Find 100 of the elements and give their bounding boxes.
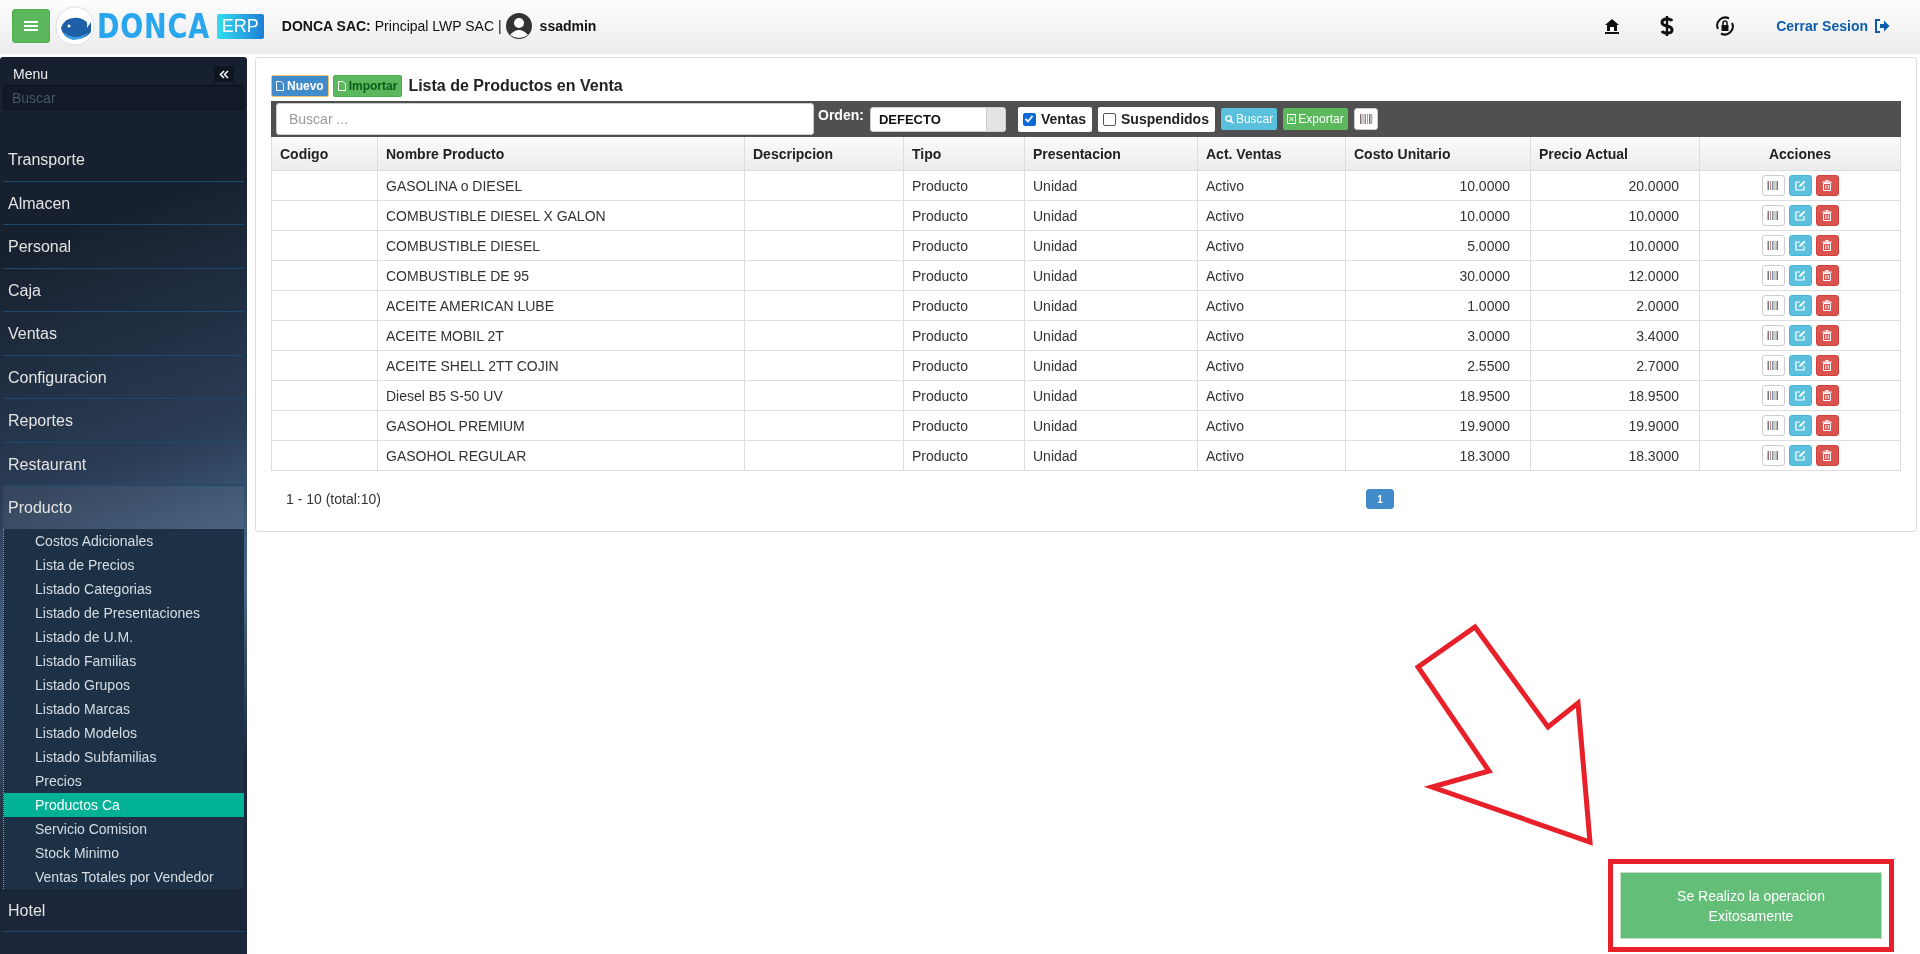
order-select[interactable]: DEFECTO	[869, 106, 1006, 132]
submenu-item[interactable]: Listado de U.M.	[4, 624, 244, 649]
submenu-item[interactable]: Ventas Totales por Vendedor	[4, 864, 244, 889]
edit-button[interactable]	[1788, 355, 1812, 376]
edit-button[interactable]	[1788, 415, 1812, 436]
sidebar-item[interactable]: Personal	[3, 225, 244, 269]
barcode-button[interactable]	[1761, 325, 1785, 346]
submenu-item[interactable]: Lista de Precios	[4, 552, 244, 577]
edit-button[interactable]	[1788, 235, 1812, 256]
table-cell: Producto	[912, 417, 969, 434]
table-cell: 18.3000	[1459, 447, 1510, 464]
column-header: Codigo	[271, 137, 378, 171]
barcode-icon	[1767, 421, 1779, 430]
edit-button[interactable]	[1788, 385, 1812, 406]
edit-button[interactable]	[1788, 445, 1812, 466]
table-cell: 18.9500	[1628, 387, 1679, 404]
sidebar-item[interactable]: Almacen	[3, 181, 244, 225]
new-button[interactable]: Nuevo	[271, 75, 329, 97]
edit-button[interactable]	[1788, 295, 1812, 316]
submenu-item[interactable]: Stock Minimo	[4, 840, 244, 865]
delete-button[interactable]	[1815, 355, 1839, 376]
delete-button[interactable]	[1815, 445, 1839, 466]
sidebar-search-field[interactable]: Buscar	[3, 85, 244, 110]
delete-button[interactable]	[1815, 265, 1839, 286]
barcode-icon	[1767, 181, 1779, 190]
table-cell: Producto	[912, 327, 969, 344]
check-icon	[1024, 114, 1035, 124]
edit-button[interactable]	[1788, 205, 1812, 226]
sidebar-item[interactable]: Hotel	[3, 888, 244, 932]
table-cell: GASOLINA o DIESEL	[386, 177, 523, 194]
barcode-button[interactable]	[1761, 235, 1785, 256]
logout-link[interactable]: Cerrar Sesion	[1776, 18, 1890, 34]
barcode-button[interactable]	[1761, 355, 1785, 376]
dollar-icon[interactable]	[1660, 16, 1675, 36]
delete-button[interactable]	[1815, 415, 1839, 436]
sidebar-item[interactable]: Reportes	[3, 399, 244, 443]
table-cell: 30.0000	[1459, 267, 1510, 284]
barcode-button[interactable]	[1761, 265, 1785, 286]
filter-checkbox[interactable]: Suspendidos	[1098, 106, 1215, 132]
home-icon[interactable]	[1604, 18, 1621, 34]
barcode-button[interactable]	[1761, 415, 1785, 436]
table-cell: Activo	[1206, 387, 1245, 404]
barcode-button[interactable]	[1761, 295, 1785, 316]
submenu-item[interactable]: Listado Marcas	[4, 696, 244, 721]
spreadsheet-icon	[1287, 114, 1297, 124]
barcode-button[interactable]	[1761, 385, 1785, 406]
page-button[interactable]: 1	[1366, 489, 1394, 509]
table-cell: 19.9000	[1459, 417, 1510, 434]
barcode-button[interactable]	[1761, 175, 1785, 196]
table-cell: 10.0000	[1459, 207, 1510, 224]
trash-icon	[1822, 360, 1832, 371]
barcode-button[interactable]	[1353, 108, 1378, 130]
trash-icon	[1822, 240, 1832, 251]
sidebar-item[interactable]: Caja	[3, 268, 244, 312]
table-cell: Activo	[1206, 297, 1245, 314]
column-header: Presentacion	[1024, 137, 1198, 171]
sidebar-item[interactable]: Ventas	[3, 312, 244, 356]
submenu-item[interactable]: Listado Modelos	[4, 720, 244, 745]
edit-icon	[1794, 300, 1806, 311]
edit-button[interactable]	[1788, 175, 1812, 196]
edit-icon	[1794, 360, 1806, 371]
submenu-item[interactable]: Servicio Comision	[4, 816, 244, 841]
barcode-button[interactable]	[1761, 205, 1785, 226]
edit-button[interactable]	[1788, 265, 1812, 286]
sidebar-item[interactable]: Producto	[3, 486, 244, 530]
delete-button[interactable]	[1815, 205, 1839, 226]
submenu-item[interactable]: Listado Familias	[4, 648, 244, 673]
edit-button[interactable]	[1788, 325, 1812, 346]
sidebar-item[interactable]: Configuracion	[3, 355, 244, 399]
search-field[interactable]: Buscar ...	[276, 103, 814, 135]
menu-button[interactable]	[12, 9, 50, 43]
delete-button[interactable]	[1815, 325, 1839, 346]
barcode-button[interactable]	[1761, 445, 1785, 466]
lock-sync-icon[interactable]	[1714, 15, 1737, 37]
submenu-item[interactable]: Listado Grupos	[4, 672, 244, 697]
submenu-item[interactable]: Listado Subfamilias	[4, 744, 244, 769]
table-cell: 2.5500	[1467, 357, 1510, 374]
column-header: Precio Actual	[1530, 137, 1700, 171]
table-cell: 10.0000	[1459, 177, 1510, 194]
sidebar-item[interactable]: Restaurant	[3, 442, 244, 486]
barcode-icon	[1767, 361, 1779, 370]
edit-icon	[1794, 330, 1806, 341]
delete-button[interactable]	[1815, 175, 1839, 196]
collapse-button[interactable]	[214, 66, 234, 82]
table-cell: COMBUSTIBLE DIESEL X GALON	[386, 207, 606, 224]
table-cell: Producto	[912, 357, 969, 374]
table-cell: 3.4000	[1636, 327, 1679, 344]
table-cell: COMBUSTIBLE DE 95	[386, 267, 530, 284]
submenu-item[interactable]: Listado de Presentaciones	[4, 600, 244, 625]
table-cell: Activo	[1206, 177, 1245, 194]
sidebar-item[interactable]: Transporte	[3, 138, 244, 182]
submenu-item[interactable]: Listado Categorias	[4, 576, 244, 601]
delete-button[interactable]	[1815, 295, 1839, 316]
filter-checkbox[interactable]: Ventas	[1017, 106, 1093, 132]
delete-button[interactable]	[1815, 235, 1839, 256]
submenu-item[interactable]: Costos Adicionales	[4, 528, 244, 553]
submenu-item[interactable]: Precios	[4, 768, 244, 793]
barcode-icon	[1767, 331, 1779, 340]
column-header: Costo Unitario	[1345, 137, 1531, 171]
delete-button[interactable]	[1815, 385, 1839, 406]
